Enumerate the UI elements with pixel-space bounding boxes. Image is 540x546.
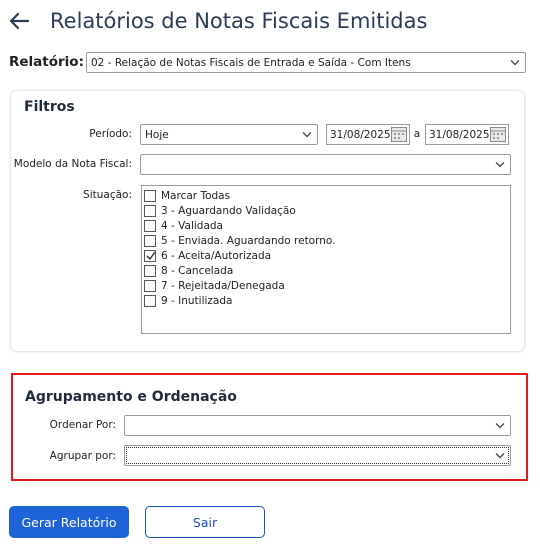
checkbox[interactable] (144, 294, 156, 307)
order-by-select[interactable] (124, 415, 511, 436)
group-by-select[interactable] (124, 445, 511, 466)
status-option[interactable]: 8 - Cancelada (142, 263, 510, 278)
status-option-label: Marcar Todas (161, 189, 231, 202)
chevron-down-icon (495, 452, 505, 458)
report-select-value: 02 - Relação de Notas Fiscais de Entrada… (91, 56, 411, 69)
checkbox[interactable] (144, 204, 156, 217)
checkbox[interactable] (144, 264, 156, 277)
report-row: Relatório: (9, 51, 84, 73)
status-option-label: 5 - Enviada. Aguardando retorno. (161, 234, 336, 247)
status-option-label: 4 - Validada (161, 219, 223, 232)
status-listbox[interactable]: Marcar Todas 3 - Aguardando Validação 4 … (141, 185, 511, 334)
status-option[interactable]: Marcar Todas (142, 188, 510, 203)
status-option[interactable]: 9 - Inutilizada (142, 293, 510, 308)
date-separator: a (413, 128, 421, 140)
calendar-icon[interactable] (490, 127, 506, 142)
filters-title: Filtros (24, 99, 75, 115)
report-label: Relatório: (9, 54, 84, 70)
status-label: Situação: (83, 189, 132, 201)
status-option[interactable]: 7 - Rejeitada/Denegada (142, 278, 510, 293)
period-select[interactable]: Hoje (140, 124, 318, 145)
chevron-down-icon (495, 161, 505, 167)
chevron-down-icon (495, 422, 505, 428)
status-option[interactable]: 6 - Aceita/Autorizada (142, 248, 510, 263)
status-option-label: 6 - Aceita/Autorizada (161, 249, 272, 262)
date-to-value: 31/08/2025 (429, 128, 490, 141)
model-select[interactable] (140, 154, 511, 175)
status-option[interactable]: 5 - Enviada. Aguardando retorno. (142, 233, 510, 248)
period-label: Período: (89, 128, 132, 140)
checkbox[interactable] (144, 234, 156, 247)
date-from-field[interactable]: 31/08/2025 (326, 124, 410, 145)
status-option[interactable]: 4 - Validada (142, 218, 510, 233)
status-option-label: 7 - Rejeitada/Denegada (161, 279, 285, 292)
chevron-down-icon (302, 131, 312, 137)
generate-report-button[interactable]: Gerar Relatório (9, 506, 129, 538)
model-label: Modelo da Nota Fiscal: (13, 158, 132, 170)
period-select-value: Hoje (145, 128, 169, 141)
back-arrow-icon[interactable] (8, 9, 34, 33)
report-select[interactable]: 02 - Relação de Notas Fiscais de Entrada… (86, 52, 526, 73)
status-option-label: 3 - Aguardando Validação (161, 204, 296, 217)
date-to-field[interactable]: 31/08/2025 (425, 124, 509, 145)
checkmark-icon (146, 251, 156, 260)
status-option[interactable]: 3 - Aguardando Validação (142, 203, 510, 218)
grouping-title: Agrupamento e Ordenação (25, 389, 237, 405)
exit-button[interactable]: Sair (145, 506, 265, 538)
checkbox[interactable] (144, 189, 156, 202)
calendar-icon[interactable] (391, 127, 407, 142)
status-option-label: 8 - Cancelada (161, 264, 234, 277)
checkbox[interactable] (144, 219, 156, 232)
order-by-label: Ordenar Por: (49, 419, 116, 431)
date-from-value: 31/08/2025 (330, 128, 391, 141)
checkbox[interactable] (144, 279, 156, 292)
chevron-down-icon (510, 59, 520, 65)
status-option-label: 9 - Inutilizada (161, 294, 233, 307)
checkbox-checked[interactable] (144, 249, 156, 262)
header (8, 6, 34, 36)
group-by-label: Agrupar por: (49, 450, 116, 462)
page-title: Relatórios de Notas Fiscais Emitidas (50, 9, 428, 33)
